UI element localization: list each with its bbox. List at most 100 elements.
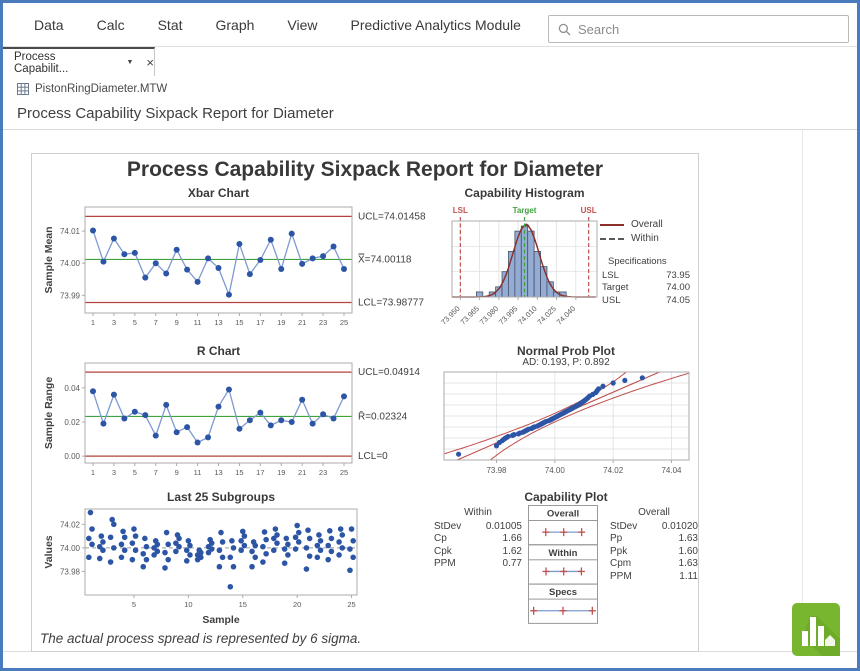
data-point [218, 530, 224, 536]
data-point [153, 433, 159, 439]
data-point [325, 543, 331, 549]
menu-item-data[interactable]: Data [34, 17, 64, 33]
report-footnote: The actual process spread is represented… [40, 631, 361, 646]
data-point [227, 584, 233, 590]
stat-value: 0.77 [503, 558, 522, 571]
data-point [327, 528, 333, 534]
data-point [640, 375, 645, 380]
data-point [506, 434, 511, 439]
stat-value: 0.01020 [662, 521, 698, 534]
data-point [86, 536, 92, 542]
axis-text: 5 [133, 468, 137, 477]
data-point [236, 426, 242, 432]
menu-item-view[interactable]: View [287, 17, 317, 33]
axis-text: 74.010 [516, 304, 539, 327]
last25-plot[interactable]: 73.9874.0074.02510152025ValuesSample [40, 503, 452, 635]
data-point [226, 292, 232, 298]
data-point [99, 533, 105, 539]
data-point [100, 539, 106, 545]
data-point [296, 530, 302, 536]
legend-label: Overall [631, 218, 663, 232]
data-point [331, 416, 337, 422]
axis-text: 0.04 [64, 384, 80, 393]
legend-swatch-overall [600, 224, 624, 226]
spec-label: Target [602, 282, 628, 295]
axis-text: 19 [277, 468, 285, 477]
axis-text: 73.965 [458, 304, 481, 327]
axis-text: 74.02 [603, 466, 624, 475]
section-label: Overall [547, 509, 579, 520]
tab-process-capability[interactable]: Process Capabilit... ▼ × [3, 47, 155, 76]
data-point [100, 421, 106, 427]
data-point [163, 402, 169, 408]
data-point [296, 539, 302, 545]
data-point [268, 422, 274, 428]
tab-close-icon[interactable]: × [146, 58, 154, 68]
last25-subgroups-chart[interactable]: Last 25 Subgroups 73.9874.0074.025101520… [40, 490, 452, 638]
probplot-plot[interactable]: 73.9874.0074.0274.04 [434, 370, 698, 478]
data-point [226, 386, 232, 392]
xbar-chart[interactable]: Xbar Chart 73.9974.0074.0113579111315171… [40, 186, 452, 344]
data-point [90, 227, 96, 233]
y-axis-label: Values [43, 535, 55, 568]
menu-item-graph[interactable]: Graph [216, 17, 255, 33]
capability-plot[interactable]: Capability Plot WithinStDev0.01005Cp1.66… [434, 490, 698, 650]
data-point [600, 384, 605, 389]
data-point [285, 552, 291, 558]
data-point [217, 547, 223, 553]
r-chart-plot[interactable]: 0.000.020.04135791113151719212325Sample … [40, 357, 452, 491]
menu-item-predictive-analytics[interactable]: Predictive Analytics Module [351, 17, 521, 33]
data-point [86, 555, 92, 561]
axis-text: 74.00 [545, 466, 566, 475]
xbar-chart-plot[interactable]: 73.9974.0074.01135791113151719212325Samp… [40, 199, 452, 341]
data-point [329, 536, 335, 542]
data-point [184, 547, 190, 553]
xbar-chart-title: Xbar Chart [85, 186, 352, 200]
data-point [205, 434, 211, 440]
stat-value: 1.60 [679, 546, 698, 559]
data-point [216, 265, 222, 271]
axis-text: 73.950 [439, 304, 462, 327]
search-placeholder: Search [578, 22, 619, 37]
minitab-icon[interactable] [792, 603, 840, 656]
menu-item-calc[interactable]: Calc [97, 17, 125, 33]
data-point [108, 534, 114, 540]
axis-text: 1 [91, 468, 95, 477]
data-point [153, 538, 159, 544]
data-point [133, 533, 139, 539]
axis-text: 25 [347, 600, 355, 609]
axis-text: 74.00 [60, 544, 81, 553]
axis-text: 5 [132, 600, 136, 609]
tab-label: Process Capabilit... [14, 51, 107, 75]
axis-text: 74.04 [661, 466, 682, 475]
axis-text: 23 [319, 468, 327, 477]
data-point [318, 547, 324, 553]
axis-text: 74.02 [60, 520, 81, 529]
tab-dropdown-icon[interactable]: ▼ [126, 59, 133, 66]
y-axis-label: Sample Mean [43, 226, 55, 293]
data-point [142, 275, 148, 281]
normal-prob-plot[interactable]: Normal Prob Plot AD: 0.193, P: 0.892 73.… [434, 344, 698, 486]
stat-value: 1.11 [679, 571, 698, 584]
data-point [336, 539, 342, 545]
data-point [273, 526, 279, 532]
series-line [93, 230, 344, 294]
capplot-intervals[interactable]: OverallWithinSpecs [528, 505, 600, 626]
worksheet-link[interactable]: PistonRingDiameter.MTW [17, 83, 167, 95]
data-point [278, 266, 284, 272]
capability-histogram[interactable]: Capability Histogram LSLTargetUSL73.9507… [434, 186, 698, 346]
data-point [596, 386, 601, 391]
axis-text: 20 [293, 600, 301, 609]
spec-row: USL74.05 [602, 295, 690, 308]
axis-text: 7 [154, 468, 158, 477]
legend-swatch-within [600, 238, 624, 240]
r-chart[interactable]: R Chart 0.000.020.0413579111315171921232… [40, 344, 452, 494]
menu-item-stat[interactable]: Stat [158, 17, 183, 33]
search-input[interactable]: Search [548, 15, 849, 43]
stat-value: 1.62 [503, 546, 522, 559]
axis-text: 19 [277, 318, 285, 327]
data-point [121, 251, 127, 257]
legend-item: Within [600, 232, 698, 246]
data-point [119, 555, 125, 561]
stat-row: StDev0.01020 [610, 521, 698, 534]
